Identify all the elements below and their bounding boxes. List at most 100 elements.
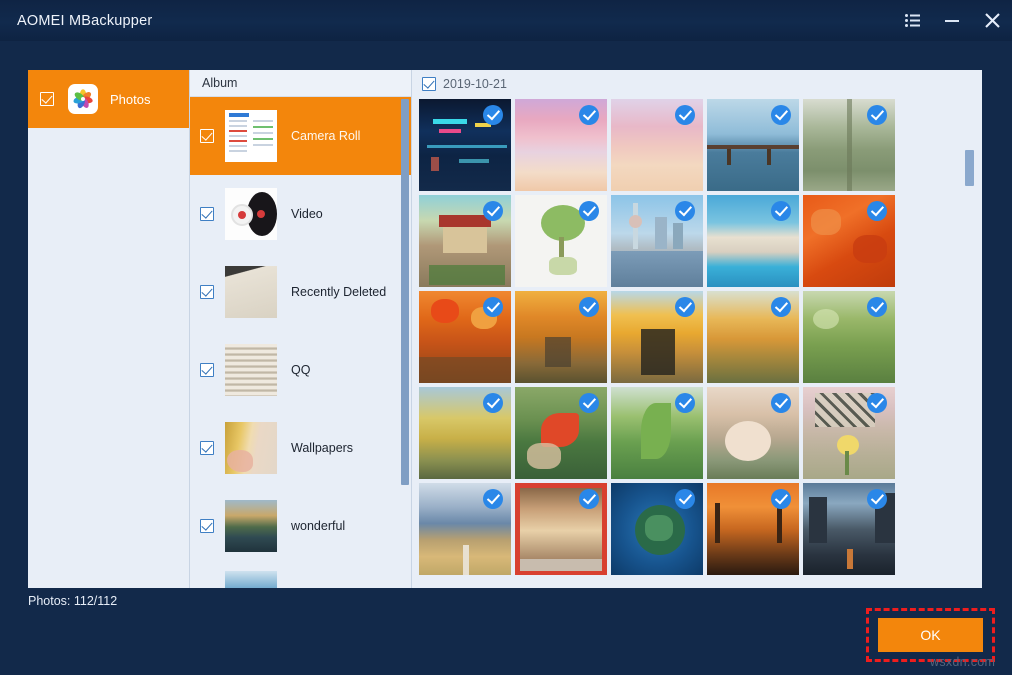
photo-cell[interactable] — [514, 482, 610, 578]
photo-check-icon[interactable] — [867, 297, 887, 317]
ok-button-annotation: OK — [866, 608, 995, 662]
photo-check-icon[interactable] — [483, 297, 503, 317]
photo-cell[interactable] — [802, 194, 898, 290]
photo-cell[interactable] — [706, 194, 802, 290]
album-label: QQ — [291, 363, 310, 377]
list-view-icon[interactable] — [892, 0, 932, 41]
photo-check-icon[interactable] — [867, 105, 887, 125]
photo-cell[interactable] — [802, 482, 898, 578]
photo-check-icon[interactable] — [867, 393, 887, 413]
photo-cell[interactable] — [418, 386, 514, 482]
album-checkbox[interactable] — [200, 441, 214, 455]
photo-cell[interactable] — [418, 290, 514, 386]
ok-button[interactable]: OK — [878, 618, 983, 652]
photo-check-icon[interactable] — [675, 105, 695, 125]
category-checkbox-photos[interactable] — [40, 92, 54, 106]
album-row[interactable] — [190, 565, 411, 588]
album-thumbnail — [225, 110, 277, 162]
category-item-photos[interactable]: Photos — [28, 70, 189, 128]
album-checkbox[interactable] — [200, 129, 214, 143]
photo-check-icon[interactable] — [675, 489, 695, 509]
photo-check-icon[interactable] — [483, 489, 503, 509]
album-row[interactable]: Recently Deleted — [190, 253, 411, 331]
album-row[interactable]: Camera Roll — [190, 97, 411, 175]
album-thumbnail — [225, 422, 277, 474]
album-row[interactable]: Wallpapers — [190, 409, 411, 487]
photo-check-icon[interactable] — [771, 297, 791, 317]
photo-cell[interactable] — [706, 482, 802, 578]
album-row[interactable]: QQ — [190, 331, 411, 409]
photo-check-icon[interactable] — [771, 201, 791, 221]
date-group-label: 2019-10-21 — [443, 77, 507, 91]
album-thumbnail — [225, 500, 277, 552]
album-row[interactable]: wonderful — [190, 487, 411, 565]
album-row[interactable]: Video — [190, 175, 411, 253]
photos-app-icon — [68, 84, 98, 114]
photo-cell[interactable] — [706, 290, 802, 386]
album-thumbnail — [225, 188, 277, 240]
photo-check-icon[interactable] — [675, 201, 695, 221]
album-label: Recently Deleted — [291, 285, 386, 299]
photo-cell[interactable] — [418, 98, 514, 194]
photo-cell[interactable] — [802, 290, 898, 386]
date-group-checkbox[interactable] — [422, 77, 436, 91]
photo-cell[interactable] — [610, 386, 706, 482]
photo-check-icon[interactable] — [483, 105, 503, 125]
date-group-header[interactable]: 2019-10-21 — [412, 70, 982, 98]
photo-cell[interactable] — [610, 194, 706, 290]
photo-cell[interactable] — [610, 482, 706, 578]
category-pane: Photos — [28, 70, 190, 588]
photo-cell[interactable] — [610, 98, 706, 194]
photo-check-icon[interactable] — [579, 489, 599, 509]
photo-check-icon[interactable] — [579, 393, 599, 413]
album-scrollbar[interactable] — [401, 99, 409, 485]
photo-check-icon[interactable] — [867, 201, 887, 221]
photo-cell[interactable] — [706, 386, 802, 482]
minimize-icon[interactable] — [932, 0, 972, 41]
photo-grid-pane: 2019-10-21 — [412, 70, 982, 588]
photo-check-icon[interactable] — [771, 489, 791, 509]
album-label: Video — [291, 207, 323, 221]
photo-check-icon[interactable] — [579, 105, 599, 125]
photo-grid — [412, 98, 982, 578]
window-controls — [892, 0, 1012, 41]
photo-cell[interactable] — [514, 194, 610, 290]
photo-check-icon[interactable] — [867, 489, 887, 509]
status-text: Photos: 112/112 — [28, 594, 117, 608]
photo-check-icon[interactable] — [675, 297, 695, 317]
photo-check-icon[interactable] — [579, 297, 599, 317]
photo-check-icon[interactable] — [483, 201, 503, 221]
album-thumbnail — [225, 266, 277, 318]
album-thumbnail — [225, 571, 277, 588]
photo-cell[interactable] — [514, 290, 610, 386]
photo-cell[interactable] — [418, 194, 514, 290]
album-label: Wallpapers — [291, 441, 353, 455]
photo-cell[interactable] — [706, 98, 802, 194]
category-label-photos: Photos — [110, 92, 150, 107]
photo-check-icon[interactable] — [579, 201, 599, 221]
album-list[interactable]: Camera Roll Video — [190, 97, 411, 588]
photo-cell[interactable] — [418, 482, 514, 578]
watermark: wsxdn.com — [930, 655, 995, 669]
title-bar: AOMEI MBackupper — [0, 0, 1012, 41]
app-title: AOMEI MBackupper — [17, 13, 152, 29]
album-checkbox[interactable] — [200, 519, 214, 533]
photo-cell[interactable] — [802, 98, 898, 194]
album-thumbnail — [225, 344, 277, 396]
close-icon[interactable] — [972, 0, 1012, 41]
photo-cell[interactable] — [610, 290, 706, 386]
album-checkbox[interactable] — [200, 207, 214, 221]
photo-cell[interactable] — [514, 98, 610, 194]
album-header: Album — [190, 70, 411, 97]
album-checkbox[interactable] — [200, 285, 214, 299]
photo-check-icon[interactable] — [675, 393, 695, 413]
album-pane: Album — [190, 70, 412, 588]
photo-check-icon[interactable] — [771, 105, 791, 125]
content-panel: Photos Album — [28, 70, 982, 588]
photo-check-icon[interactable] — [771, 393, 791, 413]
photo-cell[interactable] — [514, 386, 610, 482]
photo-grid-scrollbar[interactable] — [965, 150, 974, 186]
album-checkbox[interactable] — [200, 363, 214, 377]
photo-check-icon[interactable] — [483, 393, 503, 413]
photo-cell[interactable] — [802, 386, 898, 482]
